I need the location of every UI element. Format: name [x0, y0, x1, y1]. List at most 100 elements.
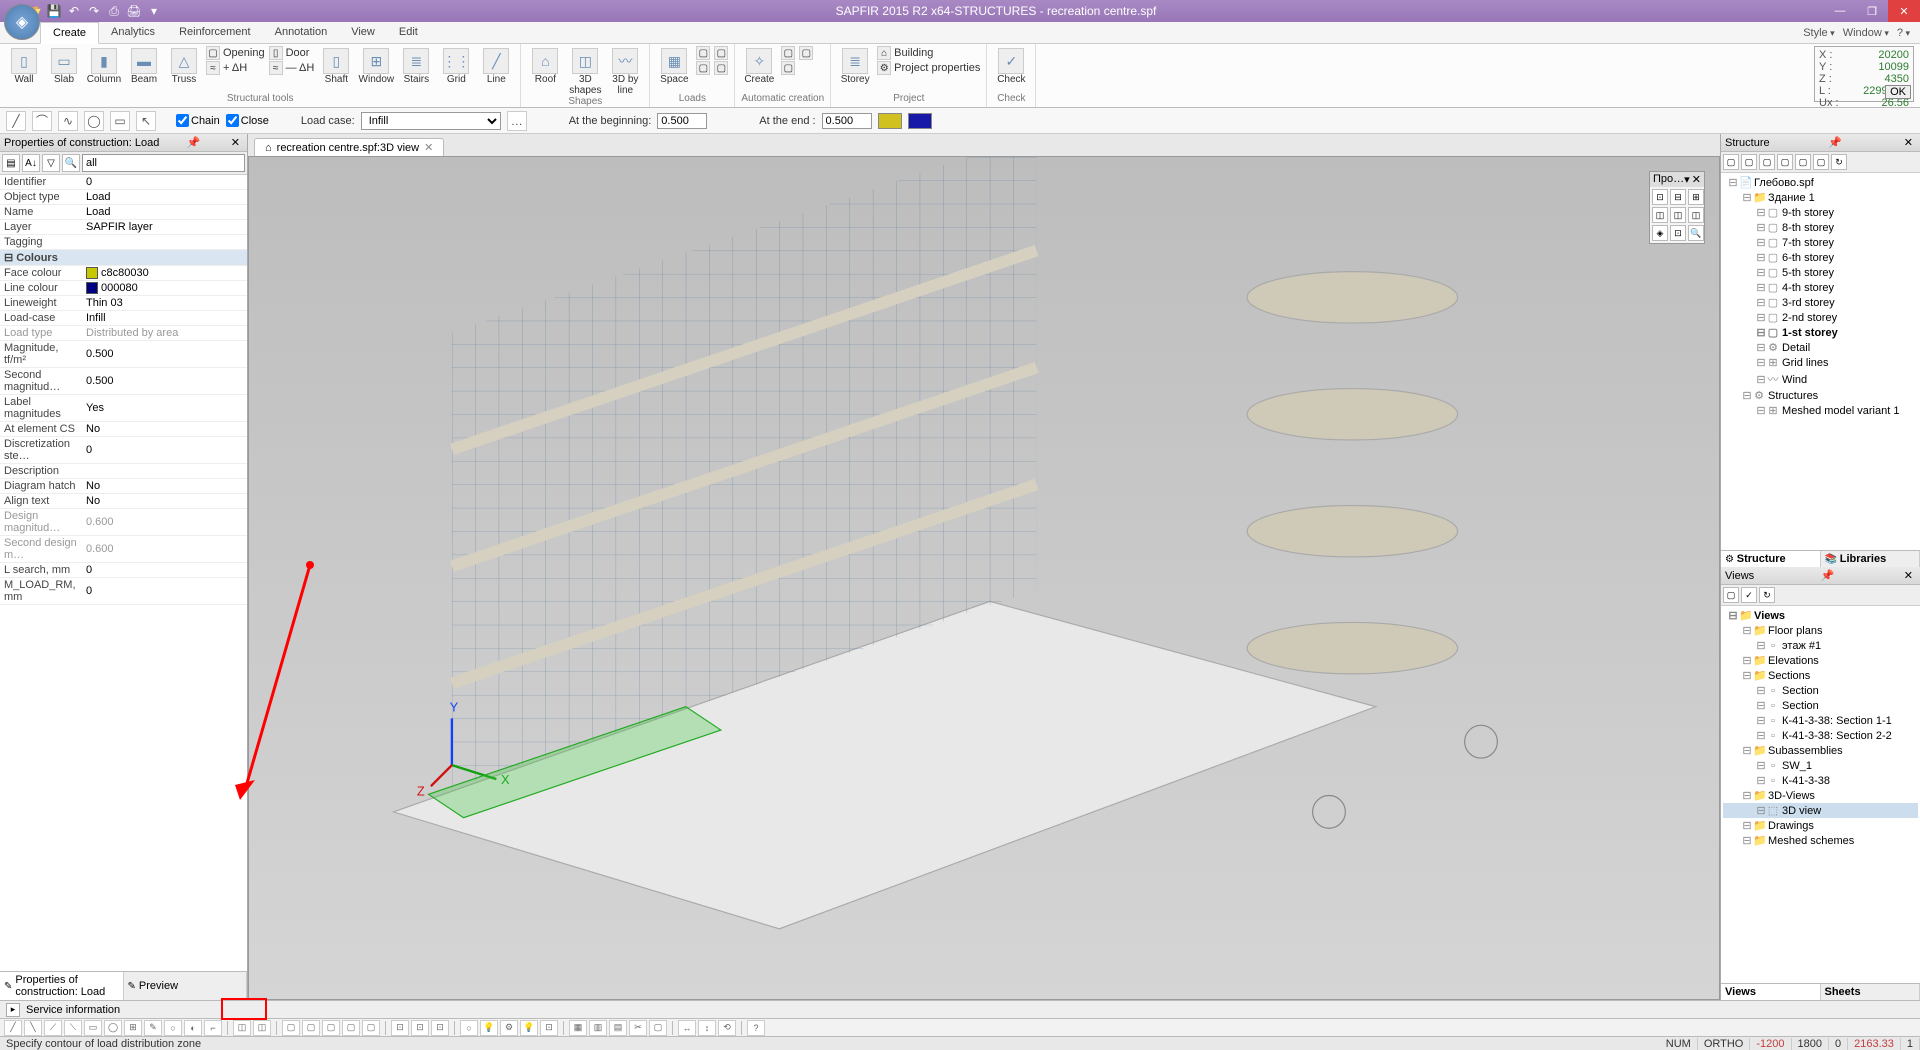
props-close-icon[interactable]: ✕	[228, 136, 243, 149]
tool-stairs[interactable]: ≣Stairs	[398, 46, 434, 86]
struct-tb-5[interactable]: ▢	[1795, 154, 1811, 170]
props-tab-preview[interactable]: ✎ Preview	[124, 972, 248, 1000]
bottom-tool-38[interactable]: ↕	[698, 1020, 716, 1036]
bottom-tool-39[interactable]: ⟲	[718, 1020, 736, 1036]
struct-tb-7[interactable]: ↻	[1831, 154, 1847, 170]
document-tab[interactable]: ⌂recreation centre.spf:3D view✕	[254, 138, 444, 156]
load-tool-4[interactable]: ▢	[714, 61, 728, 75]
tree-node[interactable]: ⊟▢ 2-nd storey	[1723, 310, 1918, 325]
tree-node[interactable]: ⊟📁 Meshed schemes	[1723, 833, 1918, 848]
close-button[interactable]: ✕	[1888, 0, 1920, 22]
qat-redo[interactable]: ↷	[86, 3, 102, 19]
draw-ellipse-icon[interactable]: ◯	[84, 111, 104, 131]
tool-ah-minus[interactable]: ≈— ΔH	[269, 61, 315, 75]
auto-tool-2[interactable]: ▢	[781, 61, 795, 75]
views-tb-1[interactable]: ▢	[1723, 587, 1739, 603]
qat-save[interactable]: 💾	[46, 3, 62, 19]
tab-view[interactable]: View	[339, 22, 387, 43]
draw-arc-icon[interactable]: ⌒	[32, 111, 52, 131]
end-input[interactable]	[822, 113, 872, 129]
tool-auto-create[interactable]: ✧Create	[741, 46, 777, 86]
tool-3d-shapes[interactable]: ◫3D shapes	[567, 46, 603, 96]
prop-row[interactable]: Load-caseInfill	[0, 311, 247, 326]
sheets-tab[interactable]: Sheets	[1821, 984, 1920, 1000]
tree-node[interactable]: ⊟📁 3D-Views	[1723, 788, 1918, 803]
tab-create[interactable]: Create	[40, 22, 99, 44]
bottom-tool-26[interactable]: 💡	[480, 1020, 498, 1036]
filter-sort-icon[interactable]: A↓	[22, 154, 40, 172]
tool-door[interactable]: ▯Door	[269, 46, 315, 60]
prop-row[interactable]: Tagging	[0, 235, 247, 250]
tree-node[interactable]: ⊟📄 Глебово.spf	[1723, 175, 1918, 190]
tree-node[interactable]: ⊟▢ 5-th storey	[1723, 265, 1918, 280]
bottom-tool-9[interactable]: ◐	[184, 1020, 202, 1036]
tree-node[interactable]: ⊟📁 Elevations	[1723, 653, 1918, 668]
tab-annotation[interactable]: Annotation	[263, 22, 340, 43]
view-iso1-icon[interactable]: ◫	[1652, 207, 1668, 223]
filter-funnel-icon[interactable]: ▽	[42, 154, 60, 172]
qat-undo[interactable]: ↶	[66, 3, 82, 19]
prop-row[interactable]: Description	[0, 464, 247, 479]
views-tb-2[interactable]: ✓	[1741, 587, 1757, 603]
bottom-tool-10[interactable]: ⌐	[204, 1020, 222, 1036]
service-toggle-icon[interactable]: ▸	[6, 1003, 20, 1017]
tool-3d-by-line[interactable]: 〰3D by line	[607, 46, 643, 96]
bottom-tool-37[interactable]: ↔	[678, 1020, 696, 1036]
bottom-tool-17[interactable]: ▢	[322, 1020, 340, 1036]
prop-row[interactable]: Design magnitud…0.600	[0, 509, 247, 536]
tool-project-props[interactable]: ⚙Project properties	[877, 61, 980, 75]
bottom-tool-15[interactable]: ▢	[282, 1020, 300, 1036]
bottom-tool-3[interactable]: ⟍	[64, 1020, 82, 1036]
menu-style[interactable]: Style	[1803, 27, 1835, 39]
prop-row[interactable]: Load typeDistributed by area	[0, 326, 247, 341]
filter-cat-icon[interactable]: ▤	[2, 154, 20, 172]
auto-tool-3[interactable]: ▢	[799, 46, 813, 60]
view-fit-icon[interactable]: ⊡	[1670, 225, 1686, 241]
draw-spline-icon[interactable]: ∿	[58, 111, 78, 131]
views-tab[interactable]: Views	[1721, 984, 1821, 1000]
libraries-tab[interactable]: 📚 Libraries	[1821, 551, 1920, 567]
tree-node[interactable]: ⊟⬚ 3D view	[1723, 803, 1918, 818]
prop-row[interactable]: Line colour000080	[0, 281, 247, 296]
tool-ah-plus[interactable]: ≈+ ΔH	[206, 61, 265, 75]
view-fly-close-icon[interactable]: ✕	[1692, 173, 1701, 186]
struct-tb-4[interactable]: ▢	[1777, 154, 1793, 170]
prop-row[interactable]: Identifier0	[0, 175, 247, 190]
tree-node[interactable]: ⊟📁 Subassemblies	[1723, 743, 1918, 758]
prop-row[interactable]: NameLoad	[0, 205, 247, 220]
view-front-icon[interactable]: ⊟	[1670, 189, 1686, 205]
tool-grid[interactable]: ⋮⋮Grid	[438, 46, 474, 86]
bottom-tool-12[interactable]: ◫	[233, 1020, 251, 1036]
tree-node[interactable]: ⊟▢ 4-th storey	[1723, 280, 1918, 295]
tool-space[interactable]: ▦Space	[656, 46, 692, 86]
view-fly-dropdown-icon[interactable]: ▾	[1684, 173, 1690, 186]
tool-beam[interactable]: ▬Beam	[126, 46, 162, 86]
props-tab-construction[interactable]: ✎ Properties of construction: Load	[0, 972, 124, 1000]
auto-tool-1[interactable]: ▢	[781, 46, 795, 60]
bottom-tool-5[interactable]: ◯	[104, 1020, 122, 1036]
bottom-tool-22[interactable]: ⊡	[411, 1020, 429, 1036]
bottom-tool-32[interactable]: ▥	[589, 1020, 607, 1036]
tree-node[interactable]: ⊟📁 Floor plans	[1723, 623, 1918, 638]
bottom-tool-25[interactable]: ○	[460, 1020, 478, 1036]
tool-storey[interactable]: ≣Storey	[837, 46, 873, 86]
tool-building[interactable]: ⌂Building	[877, 46, 980, 60]
draw-line-icon[interactable]: ╱	[6, 111, 26, 131]
struct-tb-3[interactable]: ▢	[1759, 154, 1775, 170]
qat-more[interactable]: ▾	[146, 3, 162, 19]
tool-opening[interactable]: ▢Opening	[206, 46, 265, 60]
load-tool-2[interactable]: ▢	[696, 61, 710, 75]
filter-input[interactable]	[82, 154, 245, 172]
prop-row[interactable]: Second magnitud…0.500	[0, 368, 247, 395]
view-zoom-icon[interactable]: 🔍	[1688, 225, 1704, 241]
tab-edit[interactable]: Edit	[387, 22, 430, 43]
prop-row[interactable]: Object typeLoad	[0, 190, 247, 205]
bottom-tool-0[interactable]: ╱	[4, 1020, 22, 1036]
bottom-tool-21[interactable]: ⊡	[391, 1020, 409, 1036]
tree-node[interactable]: ⊟⚙ Structures	[1723, 388, 1918, 403]
bottom-tool-34[interactable]: ✂	[629, 1020, 647, 1036]
tool-check[interactable]: ✓Check	[993, 46, 1029, 86]
bottom-tool-13[interactable]: ◫	[253, 1020, 271, 1036]
tree-node[interactable]: ⊟▢ 1-st storey	[1723, 325, 1918, 340]
tree-node[interactable]: ⊟📁 Views	[1723, 608, 1918, 623]
